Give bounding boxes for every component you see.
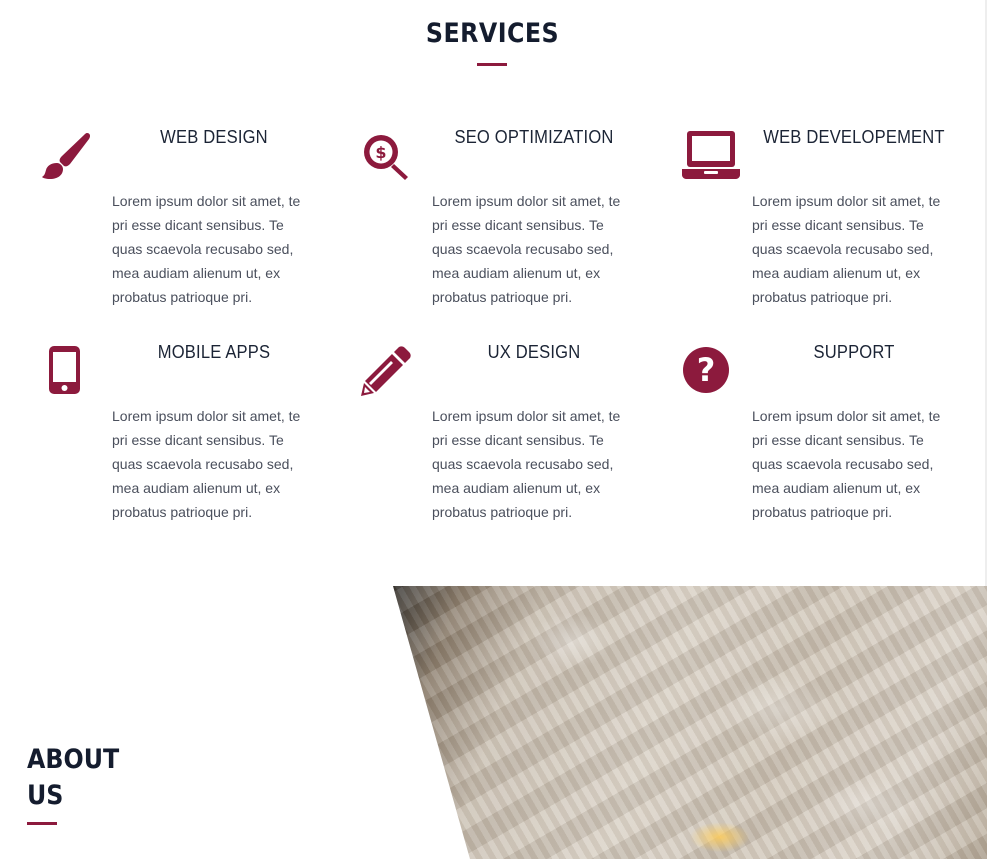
service-description: Lorem ipsum dolor sit amet, te pri esse … bbox=[752, 193, 941, 305]
service-seo-optimization: $ SEO OPTIMIZATION Lorem ipsum dolor sit… bbox=[360, 127, 680, 331]
service-ux-design: UX DESIGN Lorem ipsum dolor sit amet, te… bbox=[360, 342, 680, 546]
question-circle-icon: ? bbox=[680, 346, 732, 398]
service-support: ? SUPPORT Lorem ipsum dolor sit amet, te… bbox=[680, 342, 987, 546]
about-title: ABOUT US bbox=[27, 744, 120, 811]
search-dollar-icon: $ bbox=[360, 131, 412, 183]
service-mobile-apps: MOBILE APPS Lorem ipsum dolor sit amet, … bbox=[40, 342, 360, 546]
service-title: SUPPORT bbox=[813, 342, 895, 362]
service-description: Lorem ipsum dolor sit amet, te pri esse … bbox=[112, 408, 301, 520]
services-title-underline bbox=[477, 63, 507, 66]
mobile-phone-icon bbox=[40, 346, 92, 398]
service-description: Lorem ipsum dolor sit amet, te pri esse … bbox=[432, 193, 621, 305]
service-description: Lorem ipsum dolor sit amet, te pri esse … bbox=[432, 408, 621, 520]
service-web-development: WEB DEVELOPEMENT Lorem ipsum dolor sit a… bbox=[680, 127, 987, 331]
laptop-icon bbox=[680, 131, 742, 183]
about-knit-sweater-photo bbox=[393, 586, 987, 859]
service-description: Lorem ipsum dolor sit amet, te pri esse … bbox=[112, 193, 301, 305]
service-description: Lorem ipsum dolor sit amet, te pri esse … bbox=[752, 408, 941, 520]
service-web-design: WEB DESIGN Lorem ipsum dolor sit amet, t… bbox=[40, 127, 360, 331]
pencil-icon bbox=[360, 346, 412, 398]
paintbrush-icon bbox=[40, 131, 92, 183]
services-title: SERVICES bbox=[425, 18, 560, 49]
about-title-underline bbox=[27, 822, 57, 825]
service-title: SEO OPTIMIZATION bbox=[454, 127, 614, 147]
svg-text:$: $ bbox=[375, 143, 386, 162]
service-title: WEB DEVELOPEMENT bbox=[763, 127, 945, 147]
service-title: WEB DESIGN bbox=[160, 127, 268, 147]
service-title: UX DESIGN bbox=[487, 342, 581, 362]
service-title: MOBILE APPS bbox=[157, 342, 271, 362]
svg-text:?: ? bbox=[697, 351, 716, 389]
